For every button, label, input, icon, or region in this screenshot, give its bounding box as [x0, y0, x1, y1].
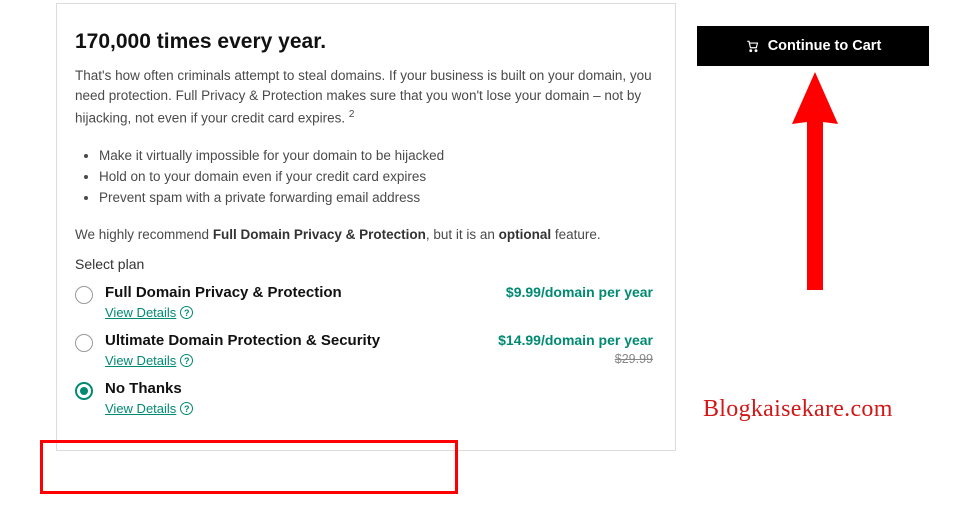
- intro-text: That's how often criminals attempt to st…: [75, 68, 652, 125]
- help-icon[interactable]: ?: [180, 402, 193, 415]
- view-details-row: View Details ?: [105, 401, 653, 416]
- radio-selected-icon[interactable]: [75, 382, 93, 400]
- plan-price: $14.99/domain per year $29.99: [498, 332, 653, 366]
- recommend-bold: Full Domain Privacy & Protection: [213, 227, 426, 242]
- benefit-item: Make it virtually impossible for your do…: [99, 146, 653, 167]
- price-amount: $14.99: [498, 332, 541, 348]
- plan-price: $9.99/domain per year: [506, 284, 653, 302]
- watermark-text: Blogkaisekare.com: [703, 396, 893, 423]
- view-details-link[interactable]: View Details: [105, 353, 176, 368]
- radio-unselected-icon[interactable]: [75, 286, 93, 304]
- radio-unselected-icon[interactable]: [75, 334, 93, 352]
- benefit-item: Hold on to your domain even if your cred…: [99, 167, 653, 188]
- price-unit: /domain per year: [541, 332, 653, 348]
- intro-paragraph: That's how often criminals attempt to st…: [75, 66, 653, 128]
- card-heading: 170,000 times every year.: [75, 30, 653, 54]
- view-details-link[interactable]: View Details: [105, 401, 176, 416]
- plan-option-full-privacy[interactable]: Full Domain Privacy & Protection View De…: [75, 284, 653, 320]
- cta-label: Continue to Cart: [768, 38, 882, 54]
- continue-to-cart-button[interactable]: Continue to Cart: [697, 26, 929, 66]
- help-icon[interactable]: ?: [180, 306, 193, 319]
- benefit-item: Prevent spam with a private forwarding e…: [99, 188, 653, 209]
- benefit-list: Make it virtually impossible for your do…: [75, 146, 653, 209]
- privacy-card: 170,000 times every year. That's how oft…: [56, 3, 676, 451]
- view-details-row: View Details ?: [105, 305, 653, 320]
- price-unit: /domain per year: [541, 284, 653, 300]
- price-strike: $29.99: [498, 352, 653, 366]
- plan-body: No Thanks View Details ?: [105, 380, 653, 416]
- plan-option-ultimate[interactable]: Ultimate Domain Protection & Security Vi…: [75, 332, 653, 368]
- recommend-bold2: optional: [499, 227, 552, 242]
- plan-option-no-thanks[interactable]: No Thanks View Details ?: [75, 380, 653, 416]
- recommend-mid: , but it is an: [426, 227, 499, 242]
- footnote-ref: 2: [349, 109, 355, 120]
- help-icon[interactable]: ?: [180, 354, 193, 367]
- recommend-prefix: We highly recommend: [75, 227, 213, 242]
- annotation-arrow-icon: [790, 72, 840, 290]
- price-amount: $9.99: [506, 284, 541, 300]
- view-details-link[interactable]: View Details: [105, 305, 176, 320]
- recommendation-text: We highly recommend Full Domain Privacy …: [75, 227, 653, 242]
- select-plan-label: Select plan: [75, 256, 653, 272]
- plan-title: No Thanks: [105, 380, 653, 397]
- cart-icon: [745, 39, 760, 53]
- recommend-suffix: feature.: [551, 227, 601, 242]
